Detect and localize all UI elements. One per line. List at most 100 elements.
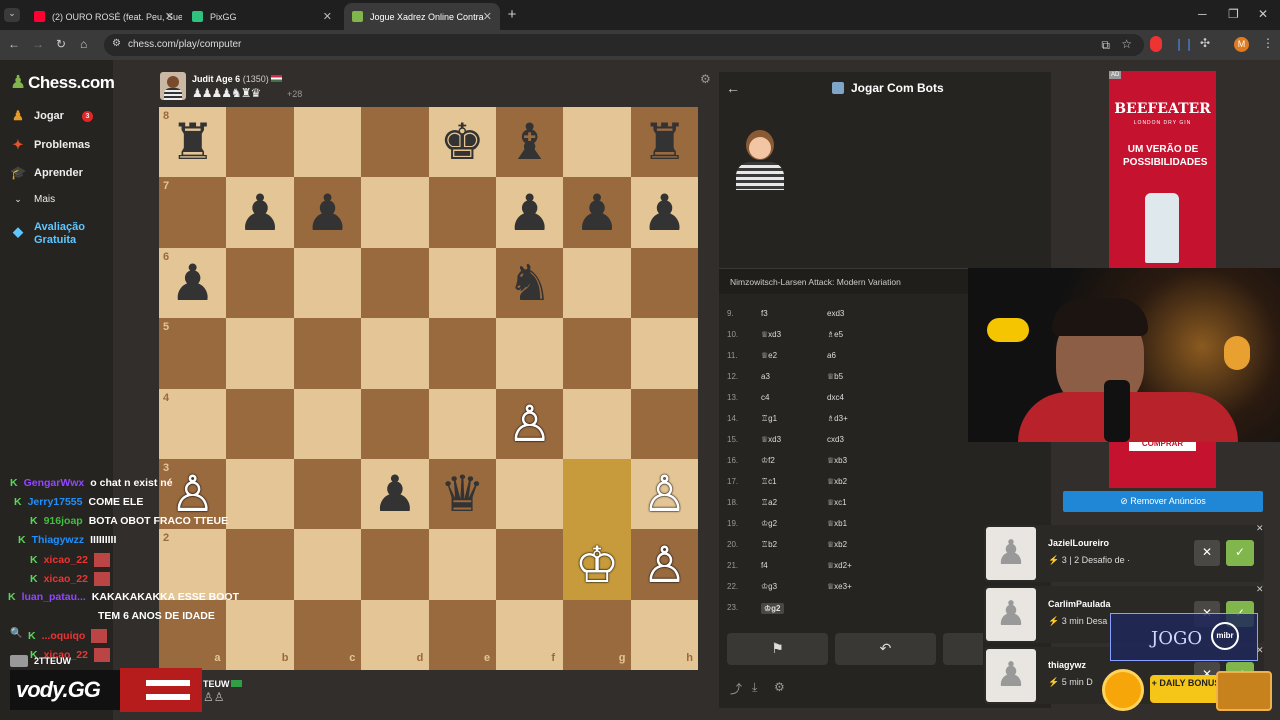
remove-ads-button[interactable]: ⊘ Remover Anúncios (1063, 491, 1263, 512)
back-arrow-icon[interactable]: ← (726, 80, 740, 96)
move-white[interactable]: ♖a2 (761, 498, 777, 507)
square-d2[interactable] (361, 529, 429, 600)
square-g5[interactable] (563, 318, 631, 389)
square-c4[interactable] (293, 388, 362, 459)
move-white[interactable]: ♖c1 (761, 477, 777, 486)
bot-avatar[interactable] (734, 128, 786, 190)
chat-username[interactable]: Thiagywzz (32, 534, 85, 546)
player-name[interactable]: TEUW (203, 679, 230, 689)
chat-username[interactable]: 916joap (44, 515, 83, 527)
move-white[interactable]: ♔g2 (761, 603, 784, 614)
hint-button[interactable] (943, 633, 983, 665)
tab-youtube[interactable]: (2) OURO ROSÉ (feat. Peu, Sueti ✕ (26, 3, 182, 30)
piece-f4[interactable]: ♙ (496, 389, 563, 459)
install-icon[interactable]: ⧉ (1101, 38, 1110, 53)
takeback-button[interactable]: ↶ (835, 633, 936, 665)
square-h6[interactable] (630, 247, 698, 319)
sidebar-item-problemas[interactable]: ✦ Problemas (10, 137, 91, 153)
piece-h3[interactable]: ♙ (631, 459, 698, 529)
piece-g2[interactable]: ♔ (563, 529, 630, 599)
move-black[interactable]: ♕xd2+ (827, 561, 852, 570)
sidebar-item-jogar[interactable]: ♟ Jogar 3 (10, 108, 93, 124)
new-tab-button[interactable]: + (505, 6, 519, 23)
move-black[interactable]: a6 (827, 351, 836, 360)
move-white[interactable]: ♔g3 (761, 582, 777, 591)
chat-username[interactable]: ...oquiqo (42, 630, 86, 642)
square-b4[interactable] (226, 388, 294, 459)
piece-e3[interactable]: ♛ (429, 459, 496, 529)
square-e5[interactable] (428, 318, 496, 389)
download-icon[interactable]: ⤓ (752, 680, 757, 695)
move-white[interactable]: ♕xd3 (761, 330, 781, 339)
sidebar-item-aprender[interactable]: 🎓 Aprender (10, 165, 83, 181)
piece-g7[interactable]: ♟ (563, 177, 630, 247)
square-c2[interactable] (293, 529, 362, 600)
square-e2[interactable] (428, 529, 496, 600)
piece-a8[interactable]: ♜ (159, 107, 226, 177)
square-h4[interactable] (630, 388, 698, 459)
square-h5[interactable] (630, 318, 698, 389)
piece-f7[interactable]: ♟ (496, 177, 563, 247)
move-black[interactable]: ♕xb1 (827, 519, 847, 528)
chess-board[interactable]: 8 7 6 5 4 3 2 a b c d e f g h ♜ ♚ ♝ ♜ ♟ ♟ ♟ ♟ ♟ ♟ ♞ ♙ ♙ ♟ ♛ ♙ ♔ ♙ (159, 107, 698, 670)
move-black[interactable]: ♗d3+ (827, 414, 848, 423)
move-white[interactable]: c4 (761, 393, 769, 402)
square-b3[interactable] (226, 459, 294, 530)
square-d5[interactable] (361, 318, 429, 389)
square-b8[interactable] (226, 107, 294, 178)
square-e4[interactable] (428, 388, 496, 459)
piece-h8[interactable]: ♜ (631, 107, 698, 177)
chat-username[interactable]: GengarWwx (24, 477, 85, 489)
move-black[interactable]: ♕xb2 (827, 477, 847, 486)
move-black[interactable]: exd3 (827, 309, 844, 318)
square-d6[interactable] (361, 247, 429, 319)
move-black[interactable]: ♕b5 (827, 372, 843, 381)
forward-icon[interactable]: → (32, 37, 44, 51)
close-icon[interactable]: ✕ (323, 10, 332, 23)
square-d4[interactable] (361, 388, 429, 459)
move-white[interactable]: ♕e2 (761, 351, 777, 360)
profile-avatar[interactable]: M (1234, 37, 1249, 52)
move-white[interactable]: ♔g2 (761, 519, 777, 528)
move-white[interactable]: ♕xd3 (761, 435, 781, 444)
square-e6[interactable] (428, 247, 496, 319)
settings-icon[interactable]: ⚙ (774, 680, 785, 694)
square-g4[interactable] (563, 388, 631, 459)
move-black[interactable]: cxd3 (827, 435, 844, 444)
opponent-avatar[interactable] (160, 72, 186, 100)
piece-h2[interactable]: ♙ (631, 529, 698, 599)
square-b6[interactable] (226, 247, 294, 319)
square-d8[interactable] (361, 107, 429, 178)
daily-bonus-overlay[interactable]: + DAILY BONUS (1098, 665, 1278, 715)
bookmark-star-icon[interactable]: ☆ (1121, 37, 1132, 51)
decline-button[interactable]: ✕ (1194, 540, 1220, 566)
move-white[interactable]: ♖g1 (761, 414, 777, 423)
square-f2[interactable] (496, 529, 564, 600)
piece-e8[interactable]: ♚ (429, 107, 496, 177)
move-black[interactable]: ♕xb3 (827, 456, 847, 465)
chat-username[interactable]: luan_patau... (22, 591, 86, 603)
reload-icon[interactable]: ↻ (56, 37, 66, 51)
square-f3[interactable] (496, 459, 564, 530)
square-g3[interactable] (563, 459, 631, 530)
move-white[interactable]: f3 (761, 309, 768, 318)
extension-icon[interactable] (1150, 36, 1162, 52)
piece-c7[interactable]: ♟ (294, 177, 361, 247)
tab-pixgg[interactable]: PixGG ✕ (184, 3, 340, 30)
move-black[interactable]: ♕xb2 (827, 540, 847, 549)
move-black[interactable]: ♗e5 (827, 330, 843, 339)
extensions-puzzle-icon[interactable]: ✣ (1200, 36, 1210, 50)
chat-username[interactable]: Jerry17555 (28, 496, 83, 508)
settings-gear-icon[interactable]: ⚙ (700, 72, 711, 86)
tab-chess[interactable]: Jogue Xadrez Online Contra ✕ (344, 3, 500, 30)
back-icon[interactable]: ← (8, 37, 20, 51)
piece-b7[interactable]: ♟ (226, 177, 293, 247)
resign-flag-button[interactable]: ⚑ (727, 633, 828, 665)
extension-icon[interactable]: ❘❘ (1174, 37, 1194, 51)
search-icon[interactable]: 🔍 (10, 628, 22, 639)
move-white[interactable]: f4 (761, 561, 768, 570)
home-icon[interactable]: ⌂ (80, 37, 87, 51)
move-white[interactable]: a3 (761, 372, 770, 381)
piece-d3[interactable]: ♟ (361, 459, 428, 529)
square-c8[interactable] (293, 107, 362, 178)
